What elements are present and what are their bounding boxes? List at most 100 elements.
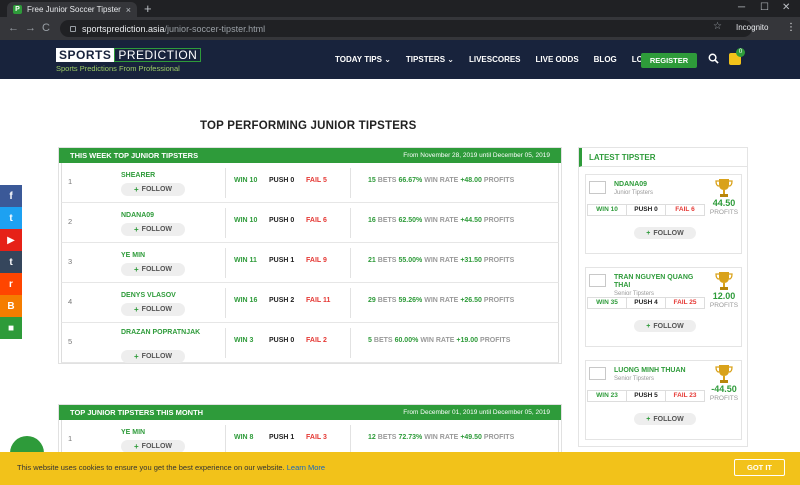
win-rate-label: WIN RATE <box>424 177 459 184</box>
tipster-name[interactable]: YE MIN <box>121 251 201 260</box>
incognito-label[interactable]: Incognito <box>736 23 768 32</box>
twitter-icon[interactable]: t <box>0 207 22 229</box>
divider <box>225 328 226 358</box>
back-arrow-icon[interactable]: ← <box>8 22 19 34</box>
tipster-name[interactable]: LUONG MINH THUAN <box>614 367 686 374</box>
logo-tagline: Sports Predictions From Professional <box>56 64 180 73</box>
nav-tipsters[interactable]: TIPSTERS ⌄ <box>406 55 454 64</box>
tipster-stats: 15 BETS 66.67% WIN RATE +48.00 PROFITS <box>368 177 516 184</box>
bets-label: BETS <box>377 177 397 184</box>
follow-button[interactable]: + FOLLOW <box>121 263 185 276</box>
nav-live-odds[interactable]: LIVE ODDS <box>536 55 579 64</box>
fail-count: FAIL 9 <box>306 257 327 264</box>
tipster-name[interactable]: YE MIN <box>121 428 201 437</box>
address-bar: ← → C sportsprediction.asia/junior-socce… <box>0 17 800 40</box>
cookie-text: This website uses cookies to ensure you … <box>17 463 326 472</box>
follow-button[interactable]: + FOLLOW <box>634 413 696 425</box>
follow-button[interactable]: + FOLLOW <box>121 183 185 196</box>
latest-tipster-name[interactable]: NDANA09 Junior Tipsters <box>614 181 702 197</box>
plus-icon: + <box>134 225 139 234</box>
avatar[interactable] <box>589 274 606 287</box>
tipster-name[interactable]: TRAN NGUYEN QUANG THAI <box>614 274 693 289</box>
win-count: WIN 10 <box>234 177 258 184</box>
cookie-got-it-button[interactable]: GOT IT <box>734 459 785 476</box>
cookie-banner: This website uses cookies to ensure you … <box>0 452 800 485</box>
win-rate-label: WIN RATE <box>424 257 459 264</box>
nav-livescores[interactable]: LIVESCORES <box>469 55 521 64</box>
bookmark-star-icon[interactable]: ☆ <box>713 21 722 32</box>
profit-label: PROFITS <box>483 217 515 224</box>
follow-button[interactable]: + FOLLOW <box>121 350 185 363</box>
url-omnibox[interactable]: sportsprediction.asia/junior-soccer-tips… <box>60 20 752 37</box>
tipster-rank: 2 <box>68 217 73 226</box>
tipster-name[interactable]: NDANA09 <box>121 211 201 220</box>
search-icon[interactable] <box>708 53 719 64</box>
bets-value: 5 <box>368 337 372 344</box>
tipster-name[interactable]: NDANA09 <box>614 181 647 188</box>
blogger-icon[interactable]: B <box>0 295 22 317</box>
url-text[interactable]: sportsprediction.asia/junior-soccer-tips… <box>82 24 265 34</box>
facebook-icon[interactable]: f <box>0 185 22 207</box>
profit-label: PROFITS <box>483 434 515 441</box>
table-row: 3 YE MIN + FOLLOW WIN 11 PUSH 1 FAIL 9 21 BETS 55… <box>61 243 559 283</box>
lock-icon[interactable] <box>70 25 76 32</box>
tipster-stats: 12 BETS 72.73% WIN RATE +49.50 PROFITS <box>368 434 516 441</box>
tumblr-icon[interactable]: t <box>0 251 22 273</box>
video-icon[interactable]: ■ <box>0 317 22 339</box>
fail-count: FAIL 2 <box>306 337 327 344</box>
reload-icon[interactable]: C <box>42 22 50 34</box>
follow-button[interactable]: + FOLLOW <box>634 320 696 332</box>
push-count: PUSH 2 <box>269 297 295 304</box>
latest-tipster-name[interactable]: TRAN NGUYEN QUANG THAI Senior Tipsters <box>614 274 702 298</box>
follow-button[interactable]: + FOLLOW <box>121 303 185 316</box>
profit-label: PROFITS <box>709 209 739 216</box>
latest-tipster-sidebar: LATEST TIPSTER NDANA09 Junior Tipsters 44.… <box>578 147 748 447</box>
main-nav: TODAY TIPS ⌄ TIPSTERS ⌄ LIVESCORES LIVE … <box>335 55 672 64</box>
register-button[interactable]: REGISTER <box>641 53 697 68</box>
win-push-fail-stats: WIN 35 PUSH 4 FAIL 25 <box>587 297 705 309</box>
reddit-icon[interactable]: r <box>0 273 22 295</box>
table-row: 2 NDANA09 + FOLLOW WIN 10 PUSH 0 FAIL 6 16 BETS 6… <box>61 203 559 243</box>
win-push-fail-stats: WIN 23 PUSH 5 FAIL 23 <box>587 390 705 402</box>
tipster-name[interactable]: DRAZAN POPRATNJAK <box>121 328 201 337</box>
youtube-icon[interactable]: ▶ <box>0 229 22 251</box>
profit-value: +31.50 <box>460 257 482 264</box>
win-count: WIN 10 <box>588 205 627 215</box>
divider <box>350 168 351 198</box>
fail-count: FAIL 11 <box>306 297 331 304</box>
new-tab-button[interactable]: + <box>144 1 152 16</box>
forward-arrow-icon[interactable]: → <box>25 22 36 34</box>
tipster-name[interactable]: SHEARER <box>121 171 201 180</box>
maximize-icon[interactable]: ☐ <box>760 2 769 13</box>
avatar[interactable] <box>589 367 606 380</box>
week-tipsters-panel: THIS WEEK TOP JUNIOR TIPSTERS From Novem… <box>58 147 562 364</box>
win-rate-value: 60.00% <box>394 337 419 344</box>
push-count: PUSH 0 <box>269 337 295 344</box>
latest-tipster-name[interactable]: LUONG MINH THUAN Senior Tipsters <box>614 367 702 383</box>
win-rate-label: WIN RATE <box>424 217 459 224</box>
browser-tab[interactable]: P Free Junior Soccer Tipsters Perfo × <box>7 2 137 17</box>
browser-menu-icon[interactable]: ⋮ <box>786 22 796 33</box>
push-count: PUSH 0 <box>627 205 666 215</box>
tipster-name[interactable]: DENYS VLASOV <box>121 291 201 300</box>
tab-close-icon[interactable]: × <box>126 5 131 15</box>
avatar[interactable] <box>589 181 606 194</box>
cookie-learn-more-link[interactable]: Learn More <box>287 463 325 472</box>
close-window-icon[interactable]: ✕ <box>782 2 790 13</box>
nav-blog[interactable]: BLOG <box>594 55 617 64</box>
minimize-icon[interactable]: ─ <box>738 2 745 13</box>
push-count: PUSH 0 <box>269 217 295 224</box>
social-share-bar: f t ▶ t r B ■ <box>0 185 22 339</box>
site-logo[interactable]: SPORTS PREDICTION Sports Predictions Fro… <box>56 48 202 73</box>
profit-label: PROFITS <box>483 257 515 264</box>
follow-button[interactable]: + FOLLOW <box>121 223 185 236</box>
win-rate-value: 59.26% <box>398 297 423 304</box>
nav-today-tips[interactable]: TODAY TIPS ⌄ <box>335 55 391 64</box>
divider <box>350 328 351 358</box>
follow-button[interactable]: + FOLLOW <box>634 227 696 239</box>
month-panel-title: TOP JUNIOR TIPSTERS THIS MONTH <box>70 408 204 417</box>
latest-tipster-card: TRAN NGUYEN QUANG THAI Senior Tipsters 12.… <box>585 267 742 347</box>
plus-icon: + <box>134 185 139 194</box>
site-favicon-icon: P <box>13 5 22 14</box>
divider <box>350 288 351 318</box>
